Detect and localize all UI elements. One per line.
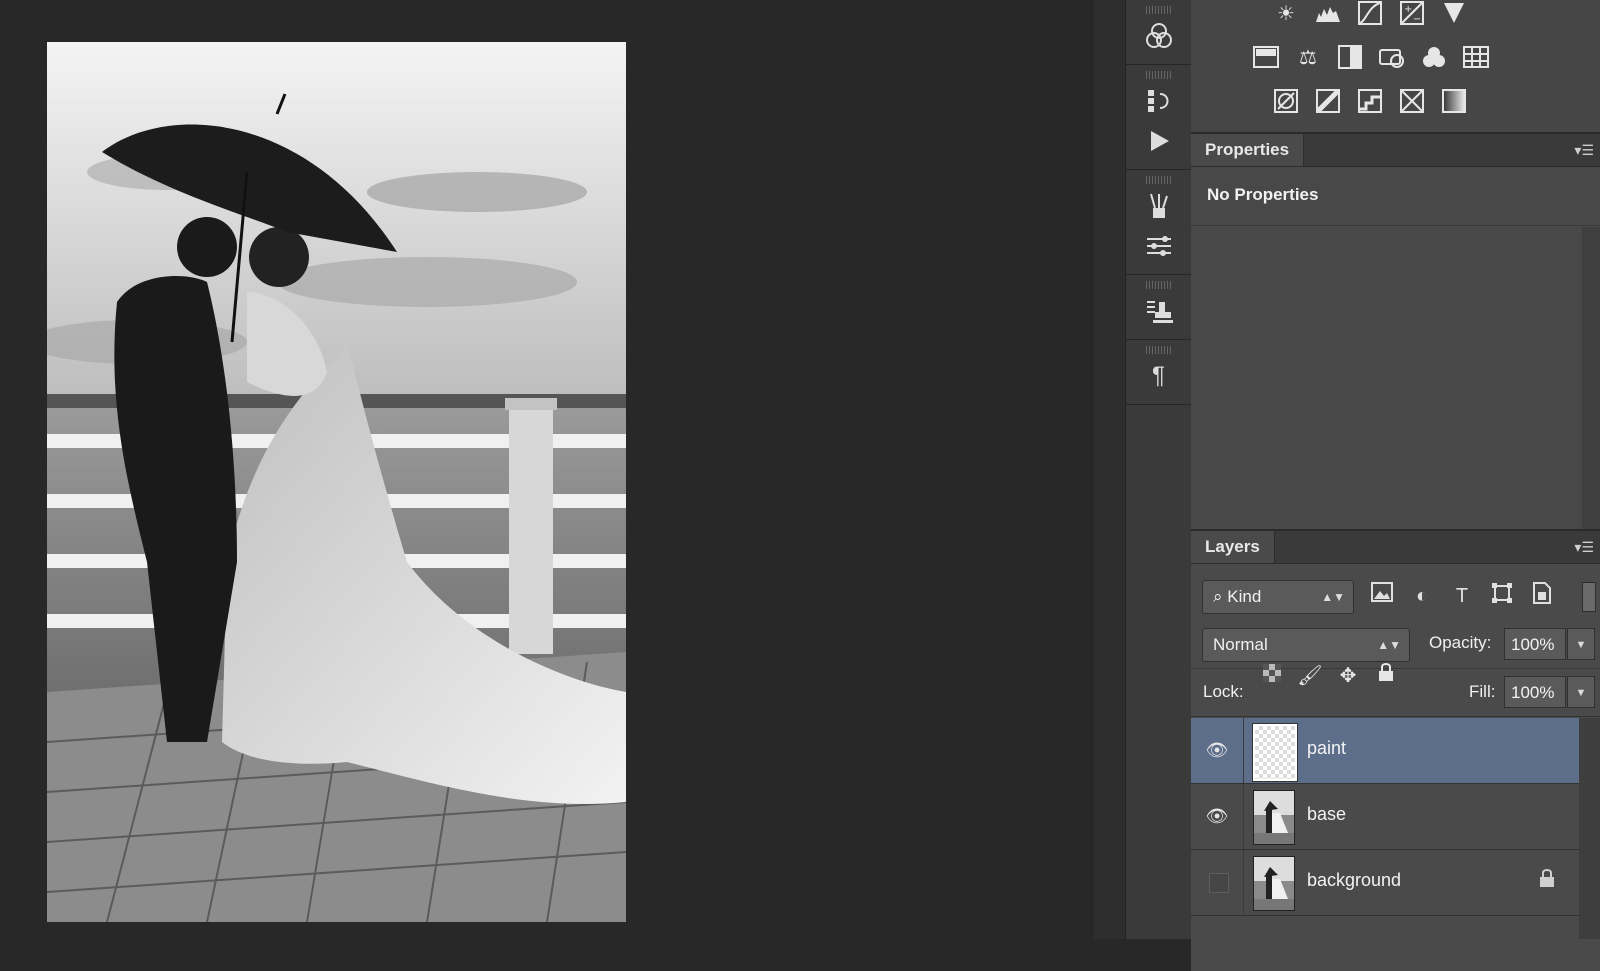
svg-text:−: − xyxy=(1413,14,1421,25)
color-balance-icon[interactable]: ⚖ xyxy=(1295,44,1321,70)
channel-mixer-icon[interactable] xyxy=(1421,44,1447,70)
layer-name[interactable]: background xyxy=(1307,870,1401,891)
canvas-area[interactable] xyxy=(0,0,1094,939)
adjustments-panel: ☀ + − ⚖ xyxy=(1191,0,1600,134)
tab-properties[interactable]: Properties xyxy=(1191,134,1305,166)
divider xyxy=(1243,784,1244,849)
dock-grip[interactable] xyxy=(1146,281,1171,289)
search-icon: ⌕ xyxy=(1213,587,1223,606)
invert-icon[interactable] xyxy=(1273,88,1299,114)
fill-label: Fill: xyxy=(1469,682,1496,701)
layer-thumbnail xyxy=(1252,723,1298,782)
curves-icon[interactable] xyxy=(1357,0,1383,26)
layer-name[interactable]: paint xyxy=(1307,738,1346,759)
canvas-gutter xyxy=(1094,0,1125,939)
brightness-contrast-icon[interactable]: ☀ xyxy=(1273,0,1299,26)
blend-mode-value: Normal xyxy=(1213,635,1268,654)
layer-row-paint[interactable]: 👁 paint xyxy=(1191,718,1579,784)
actions-play-icon[interactable] xyxy=(1141,123,1177,159)
dock-grip[interactable] xyxy=(1146,176,1171,184)
color-lookup-icon[interactable] xyxy=(1463,44,1489,70)
lock-image-pixels-icon[interactable]: 🖌 xyxy=(1296,662,1324,690)
clone-source-icon[interactable] xyxy=(1141,293,1177,329)
dock-grip[interactable] xyxy=(1146,346,1171,354)
vibrance-icon[interactable] xyxy=(1441,0,1467,26)
layer-thumbnail xyxy=(1253,790,1295,845)
adjustment-layer-filter-icon[interactable]: ◐ xyxy=(1408,582,1436,610)
dock-grip[interactable] xyxy=(1146,71,1171,79)
shape-layer-filter-icon[interactable] xyxy=(1488,582,1516,610)
hue-saturation-icon[interactable] xyxy=(1253,44,1279,70)
svg-text:+: + xyxy=(1404,4,1412,15)
opacity-label: Opacity: xyxy=(1429,633,1492,652)
smart-object-filter-icon[interactable] xyxy=(1528,582,1556,610)
panel-dock: ¶ xyxy=(1125,0,1192,939)
document-image[interactable] xyxy=(47,42,626,922)
gradient-map-icon[interactable] xyxy=(1441,88,1467,114)
photo-filter-icon[interactable] xyxy=(1379,44,1405,70)
filter-kind-value: Kind xyxy=(1227,587,1262,606)
panel-menu-icon[interactable]: ▾☰ xyxy=(1574,142,1594,159)
filter-kind-select[interactable]: ⌕ Kind ▲▼ xyxy=(1202,580,1354,614)
layer-thumbnail xyxy=(1253,856,1295,911)
layer-row-background[interactable]: background xyxy=(1191,850,1579,916)
tab-layers[interactable]: Layers xyxy=(1191,531,1275,563)
panel-menu-icon[interactable]: ▾☰ xyxy=(1574,539,1594,556)
pixel-layer-filter-icon[interactable] xyxy=(1368,582,1396,610)
posterize-icon[interactable] xyxy=(1315,88,1341,114)
threshold-icon[interactable] xyxy=(1357,88,1383,114)
layer-row-base[interactable]: 👁 base xyxy=(1191,784,1579,850)
divider xyxy=(1243,718,1244,783)
fill-input[interactable]: 100% xyxy=(1504,676,1566,708)
properties-panel: No Properties xyxy=(1191,167,1600,531)
layers-scrollbar[interactable] xyxy=(1579,718,1600,939)
exposure-icon[interactable]: + − xyxy=(1399,0,1425,26)
dock-grip[interactable] xyxy=(1146,6,1171,14)
lock-icon xyxy=(1539,868,1555,893)
layer-name[interactable]: base xyxy=(1307,804,1346,825)
visibility-toggle-empty[interactable] xyxy=(1209,873,1229,893)
wedding-photo xyxy=(47,42,626,922)
blend-mode-select[interactable]: Normal ▲▼ xyxy=(1202,628,1410,662)
brushes-icon[interactable] xyxy=(1141,188,1177,224)
lock-all-icon[interactable] xyxy=(1372,662,1400,690)
opacity-input[interactable]: 100% xyxy=(1504,628,1566,660)
updown-arrows-icon: ▲▼ xyxy=(1377,638,1401,652)
opacity-dropdown-button[interactable]: ▼ xyxy=(1567,628,1595,660)
selective-color-icon[interactable] xyxy=(1399,88,1425,114)
black-white-icon[interactable] xyxy=(1337,44,1363,70)
lock-label: Lock: xyxy=(1203,682,1244,701)
properties-tabbar: Properties ▾☰ xyxy=(1191,134,1600,167)
paragraph-icon[interactable]: ¶ xyxy=(1141,358,1177,394)
brush-presets-icon[interactable] xyxy=(1141,228,1177,264)
visibility-eye-icon[interactable]: 👁 xyxy=(1205,804,1229,828)
no-properties-text: No Properties xyxy=(1207,185,1319,204)
layers-tabbar: Layers ▾☰ xyxy=(1191,531,1600,564)
divider xyxy=(1243,850,1244,915)
type-layer-filter-icon[interactable]: T xyxy=(1448,582,1476,610)
lock-transparent-pixels-icon[interactable] xyxy=(1258,662,1286,690)
fill-dropdown-button[interactable]: ▼ xyxy=(1567,676,1595,708)
levels-icon[interactable] xyxy=(1315,0,1341,26)
filter-toggle-switch[interactable] xyxy=(1582,582,1596,612)
lock-position-icon[interactable]: ✥ xyxy=(1334,662,1362,690)
divider xyxy=(1191,716,1600,717)
channels-icon[interactable] xyxy=(1141,18,1177,54)
properties-scrollbar[interactable] xyxy=(1582,227,1600,529)
history-icon[interactable] xyxy=(1141,83,1177,119)
visibility-eye-icon[interactable]: 👁 xyxy=(1205,738,1229,762)
updown-arrows-icon: ▲▼ xyxy=(1321,590,1345,604)
divider xyxy=(1191,225,1600,226)
